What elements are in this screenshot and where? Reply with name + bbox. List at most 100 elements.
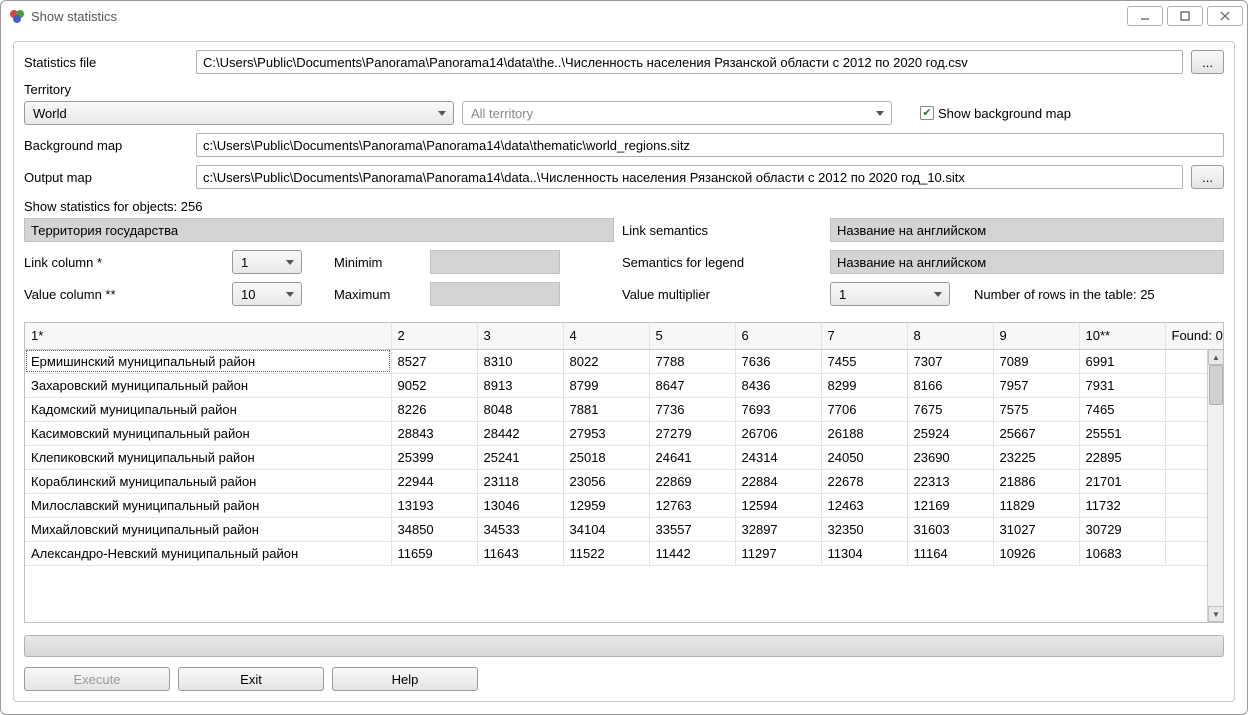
row-value-cell[interactable]: 22678	[821, 469, 907, 493]
row-value-cell[interactable]: 7575	[993, 397, 1079, 421]
row-value-cell[interactable]: 11643	[477, 541, 563, 565]
row-value-cell[interactable]: 22869	[649, 469, 735, 493]
table-row[interactable]: Кадомский муниципальный район82268048788…	[25, 397, 1224, 421]
col-header-6[interactable]: 6	[735, 323, 821, 349]
row-value-cell[interactable]: 24314	[735, 445, 821, 469]
row-value-cell[interactable]: 25924	[907, 421, 993, 445]
link-column-select[interactable]: 1	[232, 250, 302, 274]
row-name-cell[interactable]: Кораблинский муниципальный район	[25, 469, 391, 493]
row-name-cell[interactable]: Александро-Невский муниципальный район	[25, 541, 391, 565]
row-value-cell[interactable]: 8299	[821, 373, 907, 397]
row-value-cell[interactable]: 12594	[735, 493, 821, 517]
row-value-cell[interactable]: 8913	[477, 373, 563, 397]
output-map-input[interactable]: c:\Users\Public\Documents\Panorama\Panor…	[196, 165, 1183, 189]
data-table[interactable]: 1* 2 3 4 5 6 7 8 9 10** Found: 0	[25, 323, 1224, 566]
row-value-cell[interactable]: 9052	[391, 373, 477, 397]
stats-file-browse-button[interactable]: ...	[1191, 50, 1224, 74]
col-header-9[interactable]: 9	[993, 323, 1079, 349]
col-header-7[interactable]: 7	[821, 323, 907, 349]
table-row[interactable]: Милославский муниципальный район13193130…	[25, 493, 1224, 517]
col-header-10[interactable]: 10**	[1079, 323, 1165, 349]
row-value-cell[interactable]: 11304	[821, 541, 907, 565]
value-column-select[interactable]: 10	[232, 282, 302, 306]
row-value-cell[interactable]: 8310	[477, 349, 563, 373]
row-value-cell[interactable]: 21886	[993, 469, 1079, 493]
row-name-cell[interactable]: Михайловский муниципальный район	[25, 517, 391, 541]
row-value-cell[interactable]: 31027	[993, 517, 1079, 541]
row-value-cell[interactable]: 27953	[563, 421, 649, 445]
row-value-cell[interactable]: 7931	[1079, 373, 1165, 397]
table-row[interactable]: Александро-Невский муниципальный район 11…	[25, 541, 1224, 565]
row-value-cell[interactable]: 6991	[1079, 349, 1165, 373]
exit-button[interactable]: Exit	[178, 667, 324, 691]
row-value-cell[interactable]: 8436	[735, 373, 821, 397]
table-row[interactable]: Кораблинский муниципальный район22944231…	[25, 469, 1224, 493]
row-value-cell[interactable]: 7693	[735, 397, 821, 421]
row-value-cell[interactable]: 22313	[907, 469, 993, 493]
row-value-cell[interactable]: 22895	[1079, 445, 1165, 469]
row-value-cell[interactable]: 11297	[735, 541, 821, 565]
row-value-cell[interactable]: 28843	[391, 421, 477, 445]
row-value-cell[interactable]: 12169	[907, 493, 993, 517]
row-value-cell[interactable]: 34104	[563, 517, 649, 541]
territory-sub-select[interactable]: All territory	[462, 101, 892, 125]
row-value-cell[interactable]: 27279	[649, 421, 735, 445]
help-button[interactable]: Help	[332, 667, 478, 691]
row-value-cell[interactable]: 30729	[1079, 517, 1165, 541]
row-value-cell[interactable]: 11442	[649, 541, 735, 565]
value-multiplier-select[interactable]: 1	[830, 282, 950, 306]
col-header-found[interactable]: Found: 0	[1165, 323, 1224, 349]
row-value-cell[interactable]: 11164	[907, 541, 993, 565]
row-value-cell[interactable]: 7089	[993, 349, 1079, 373]
row-value-cell[interactable]: 8048	[477, 397, 563, 421]
row-value-cell[interactable]: 11522	[563, 541, 649, 565]
show-bg-checkbox[interactable]: ✔	[920, 106, 934, 120]
bg-map-input[interactable]: c:\Users\Public\Documents\Panorama\Panor…	[196, 133, 1224, 157]
row-name-cell[interactable]: Захаровский муниципальный район	[25, 373, 391, 397]
territory-world-select[interactable]: World	[24, 101, 454, 125]
row-value-cell[interactable]: 7675	[907, 397, 993, 421]
col-header-1[interactable]: 1*	[25, 323, 391, 349]
row-value-cell[interactable]: 32897	[735, 517, 821, 541]
row-value-cell[interactable]: 31603	[907, 517, 993, 541]
row-value-cell[interactable]: 11829	[993, 493, 1079, 517]
row-value-cell[interactable]: 10683	[1079, 541, 1165, 565]
row-value-cell[interactable]: 32350	[821, 517, 907, 541]
row-name-cell[interactable]: Кадомский муниципальный район	[25, 397, 391, 421]
row-name-cell[interactable]: Ермишинский муниципальный район	[25, 349, 391, 373]
row-value-cell[interactable]: 8226	[391, 397, 477, 421]
row-value-cell[interactable]: 12763	[649, 493, 735, 517]
row-value-cell[interactable]: 23690	[907, 445, 993, 469]
row-value-cell[interactable]: 26188	[821, 421, 907, 445]
row-value-cell[interactable]: 13193	[391, 493, 477, 517]
row-value-cell[interactable]: 22944	[391, 469, 477, 493]
row-value-cell[interactable]: 33557	[649, 517, 735, 541]
row-value-cell[interactable]: 7736	[649, 397, 735, 421]
row-name-cell[interactable]: Милославский муниципальный район	[25, 493, 391, 517]
row-value-cell[interactable]: 26706	[735, 421, 821, 445]
table-row[interactable]: Михайловский муниципальный район34850345…	[25, 517, 1224, 541]
row-value-cell[interactable]: 23056	[563, 469, 649, 493]
col-header-3[interactable]: 3	[477, 323, 563, 349]
row-value-cell[interactable]: 25667	[993, 421, 1079, 445]
row-value-cell[interactable]: 7788	[649, 349, 735, 373]
scroll-thumb[interactable]	[1209, 365, 1223, 405]
row-value-cell[interactable]: 25399	[391, 445, 477, 469]
row-value-cell[interactable]: 34850	[391, 517, 477, 541]
row-value-cell[interactable]: 13046	[477, 493, 563, 517]
row-value-cell[interactable]: 7307	[907, 349, 993, 373]
row-value-cell[interactable]: 22884	[735, 469, 821, 493]
col-header-8[interactable]: 8	[907, 323, 993, 349]
row-value-cell[interactable]: 34533	[477, 517, 563, 541]
row-value-cell[interactable]: 7455	[821, 349, 907, 373]
titlebar[interactable]: Show statistics	[1, 1, 1247, 31]
row-value-cell[interactable]: 8799	[563, 373, 649, 397]
col-header-4[interactable]: 4	[563, 323, 649, 349]
row-value-cell[interactable]: 25551	[1079, 421, 1165, 445]
maximize-button[interactable]	[1167, 6, 1203, 26]
row-value-cell[interactable]: 7881	[563, 397, 649, 421]
table-row[interactable]: Касимовский муниципальный район288432844…	[25, 421, 1224, 445]
col-header-5[interactable]: 5	[649, 323, 735, 349]
row-name-cell[interactable]: Касимовский муниципальный район	[25, 421, 391, 445]
scroll-up-button[interactable]: ▲	[1208, 349, 1224, 365]
